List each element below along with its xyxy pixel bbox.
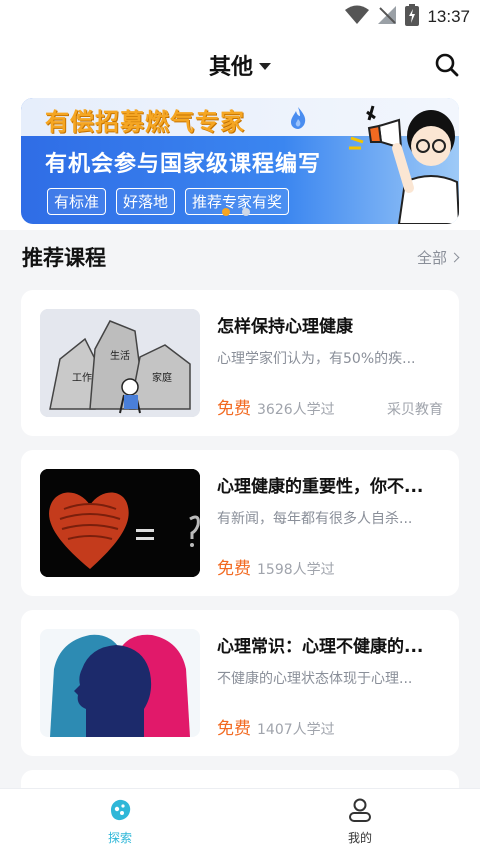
course-thumbnail [40, 469, 200, 577]
category-selector[interactable]: 其他 [209, 49, 271, 81]
banner-subtitle: 有机会参与国家级课程编写 [45, 152, 322, 177]
nav-mine[interactable]: 我的 [320, 797, 400, 846]
status-time: 13:37 [427, 7, 470, 26]
caret-down-icon [259, 63, 271, 70]
course-meta: 免费 1407人学过 [217, 714, 443, 739]
course-desc: 不健康的心理状态体现于心理... [217, 671, 413, 687]
bottom-nav: 探索 我的 [0, 788, 480, 853]
pagination-dot-active[interactable] [222, 208, 230, 216]
course-desc: 有新闻，每年都有很多人自杀... [217, 511, 413, 527]
planet-icon [111, 799, 131, 821]
flame-icon [289, 106, 307, 134]
section-title: 推荐课程 [22, 246, 106, 270]
course-title: 心理常识：心理不健康的... [217, 637, 424, 657]
wifi-icon [345, 5, 370, 29]
nav-mine-label: 我的 [347, 831, 372, 845]
chevron-right-icon [449, 252, 460, 263]
user-icon [349, 798, 371, 822]
banner-title: 有偿招募燃气专家 [45, 108, 245, 136]
course-card[interactable]: 心理健康的重要性，你不... 有新闻，每年都有很多人自杀... 免费 1598人… [21, 450, 459, 596]
course-card[interactable]: 工作 生活 家庭 怎样保持心理健康 心理学家们认为，有50%的疾... 免费 3… [21, 290, 459, 436]
course-title: 心理健康的重要性，你不... [217, 477, 424, 497]
course-price: 免费 [217, 399, 251, 419]
banner-pagination [222, 208, 250, 216]
pagination-dot[interactable] [242, 208, 250, 216]
course-thumbnail [40, 629, 200, 737]
banner-tag: 好落地 [116, 188, 176, 215]
course-meta: 免费 1598人学过 [217, 554, 443, 579]
app-header: 其他 [0, 34, 480, 96]
view-all-link[interactable]: 全部 [416, 247, 460, 268]
view-all-label: 全部 [416, 249, 447, 267]
nav-explore-label: 探索 [107, 831, 132, 845]
course-learners: 1598人学过 [257, 562, 335, 578]
course-meta: 免费 3626人学过 采贝教育 [217, 394, 443, 419]
nav-explore[interactable]: 探索 [80, 797, 160, 846]
battery-charging-icon [405, 4, 420, 30]
no-signal-icon [377, 5, 397, 29]
course-desc: 心理学家们认为，有50%的疾... [217, 351, 416, 367]
course-learners: 3626人学过 [257, 402, 335, 418]
thumb-label-family: 家庭 [152, 371, 172, 384]
course-price: 免费 [217, 719, 251, 739]
megaphone-person-illustration [349, 105, 459, 224]
banner-tags: 有标准 好落地 推荐专家有奖 [47, 188, 290, 215]
course-provider: 采贝教育 [387, 402, 443, 418]
promo-banner[interactable]: 有偿招募燃气专家 有机会参与国家级课程编写 有标准 好落地 推荐专家有奖 [21, 98, 459, 224]
course-thumbnail: 工作 生活 家庭 [40, 309, 200, 417]
thumb-label-life: 生活 [110, 349, 130, 362]
course-card[interactable]: 心理常识：心理不健康的... 不健康的心理状态体现于心理... 免费 1407人… [21, 610, 459, 756]
course-title: 怎样保持心理健康 [217, 317, 353, 337]
course-price: 免费 [217, 559, 251, 579]
thumb-label-work: 工作 [72, 372, 92, 384]
banner-tag: 有标准 [47, 188, 107, 215]
page-title: 其他 [208, 55, 253, 80]
status-bar: 13:37 [0, 0, 480, 34]
search-icon[interactable] [434, 52, 460, 78]
course-learners: 1407人学过 [257, 722, 335, 738]
